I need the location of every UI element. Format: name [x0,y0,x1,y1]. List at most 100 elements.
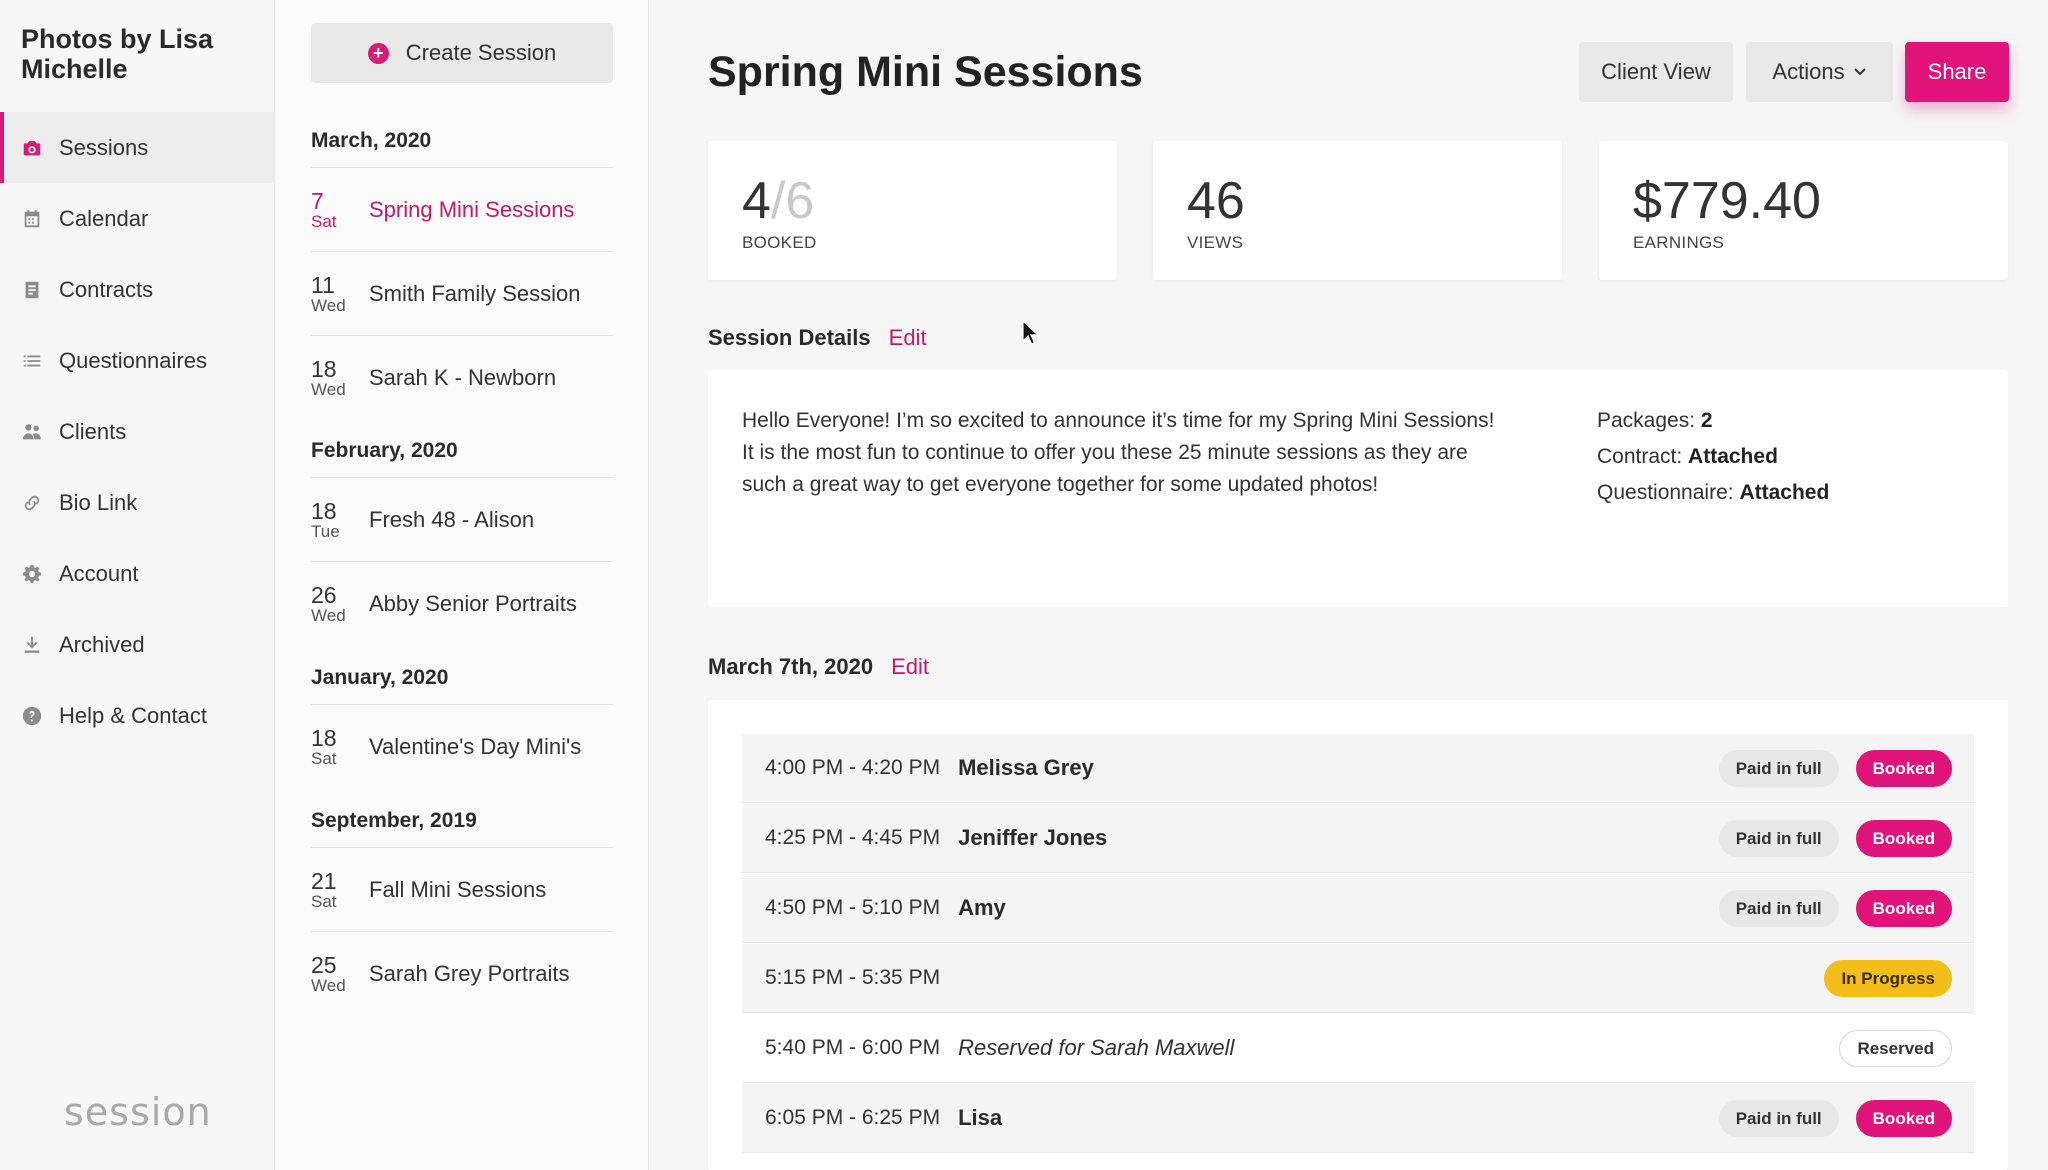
session-detail: Spring Mini Sessions Client View Actions… [650,0,2048,1170]
session-list-item[interactable]: 26 Wed Abby Senior Portraits [311,562,613,646]
sidebar-item-bio-link[interactable]: Bio Link [0,467,275,538]
sidebar-item-clients[interactable]: Clients [0,396,275,467]
download-icon [21,634,43,656]
slot-time: 5:40 PM - 6:00 PM [765,1036,941,1059]
sidebar-item-questionnaires[interactable]: Questionnaires [0,325,275,396]
session-list-item[interactable]: 18 Tue Fresh 48 - Alison [311,478,613,562]
time-slot-row[interactable]: 4:25 PM - 4:45 PM Jeniffer Jones Paid in… [742,804,1974,873]
session-list-item[interactable]: 11 Wed Smith Family Session [311,252,613,336]
actions-dropdown[interactable]: Actions [1746,42,1893,102]
share-label: Share [1927,59,1987,84]
edit-details-link[interactable]: Edit [889,325,927,351]
sidebar-item-contracts[interactable]: Contracts [0,254,275,325]
time-slot-row[interactable]: 5:40 PM - 6:00 PM Reserved for Sarah Max… [742,1014,1974,1083]
payment-badge: Paid in full [1718,820,1839,857]
session-list-item[interactable]: 18 Wed Sarah K - Newborn [311,336,613,420]
slot-badges: Paid in full Booked [1718,804,1952,873]
status-badge: Booked [1855,1100,1952,1137]
session-list-item[interactable]: 25 Wed Sarah Grey Portraits [311,932,613,1016]
sidebar: Photos by Lisa Michelle Sessions Calenda… [0,0,275,1170]
session-date: 11 Wed [311,273,369,315]
slot-client-name: Melissa Grey [958,755,1094,780]
views-stat-card: 46 VIEWS [1153,141,1562,280]
views-label: VIEWS [1187,233,1244,252]
session-name: Smith Family Session [369,280,581,306]
earnings-stat-card: $779.40 EARNINGS [1599,141,2008,280]
session-name: Valentine's Day Mini's [369,734,582,759]
sidebar-item-label: Sessions [59,134,149,160]
chevron-down-icon [1853,64,1867,80]
create-session-button[interactable]: + Create Session [311,23,613,83]
session-day: 11 [311,271,335,298]
packages-value: 2 [1700,409,1713,432]
session-name: Abby Senior Portraits [369,591,577,616]
sidebar-item-sessions[interactable]: Sessions [0,112,275,183]
slot-client-name: Lisa [958,1105,1003,1130]
status-badge: Reserved [1839,1030,1952,1067]
month-group-september-2019: September, 2019 21 Sat Fall Mini Session… [311,794,613,1016]
session-weekday: Sat [311,211,337,231]
session-name: Spring Mini Sessions [369,196,575,222]
session-details-heading: Session Details [708,325,871,350]
session-day: 25 [311,952,337,978]
sidebar-item-account[interactable]: Account [0,538,275,609]
booked-label: BOOKED [742,233,817,252]
session-weekday: Wed [311,380,346,399]
slot-badges: Paid in full Booked [1718,1084,1952,1153]
slot-time: 4:50 PM - 5:10 PM [765,896,941,919]
session-weekday: Wed [311,295,346,315]
client-view-button[interactable]: Client View [1579,42,1733,102]
packages-label: Packages: [1597,409,1696,432]
session-name: Sarah K - Newborn [369,365,557,390]
sidebar-item-calendar[interactable]: Calendar [0,183,275,254]
sidebar-item-help-contact[interactable]: Help & Contact [0,680,275,751]
sidebar-item-label: Questionnaires [59,347,207,373]
session-date: 21 Sat [311,869,369,911]
session-date: 7 Sat [311,189,369,231]
edit-schedule-link[interactable]: Edit [891,654,929,680]
month-title: February, 2020 [311,424,613,478]
session-details-card: Hello Everyone! I’m so excited to announ… [708,370,2008,607]
session-date: 18 Sat [311,726,369,768]
client-view-label: Client View [1601,59,1711,84]
questionnaire-row: Questionnaire: Attached [1597,475,1829,511]
time-slot-row[interactable]: 5:15 PM - 5:35 PM In Progress [742,944,1974,1013]
status-badge: Booked [1855,820,1952,857]
views-value: 46 [1187,172,1245,230]
sidebar-item-archived[interactable]: Archived [0,609,275,680]
month-group-february-2020: February, 2020 18 Tue Fresh 48 - Alison … [311,424,613,646]
session-name: Fall Mini Sessions [369,876,547,902]
document-icon [21,279,43,301]
slot-time: 4:25 PM - 4:45 PM [765,826,941,849]
time-slot-row[interactable]: 4:50 PM - 5:10 PM Amy Paid in full Booke… [742,874,1974,943]
session-list-item[interactable]: 21 Sat Fall Mini Sessions [311,848,613,932]
session-list-item[interactable]: 18 Sat Valentine's Day Mini's [311,705,613,789]
questionnaire-value: Attached [1739,481,1830,504]
session-list: + Create Session March, 2020 7 Sat Sprin… [276,0,649,1170]
gear-icon [21,563,43,585]
plus-icon: + [367,42,389,64]
camera-icon [21,137,43,159]
sidebar-item-label: Help & Contact [59,702,207,728]
month-title: January, 2020 [311,651,613,705]
session-day: 18 [311,725,337,751]
month-title: September, 2019 [311,794,613,848]
month-title: March, 2020 [311,114,613,168]
time-slot-row[interactable]: 6:05 PM - 6:25 PM Lisa Paid in full Book… [742,1084,1974,1153]
session-date: 26 Wed [311,583,369,625]
payment-badge: Paid in full [1718,1100,1839,1137]
share-button[interactable]: Share [1905,42,2009,102]
session-weekday: Wed [311,606,346,625]
status-badge: Booked [1855,890,1952,927]
schedule-heading: March 7th, 2020 [708,654,874,679]
session-meta: Packages: 2 Contract: Attached Questionn… [1597,403,1829,511]
sidebar-item-label: Archived [59,631,145,657]
session-date: 18 Tue [311,499,369,541]
status-badge: In Progress [1824,960,1952,997]
time-slot-row[interactable]: 4:00 PM - 4:20 PM Melissa Grey Paid in f… [742,734,1974,803]
session-description: Hello Everyone! I’m so excited to announ… [742,409,1495,496]
session-date: 25 Wed [311,953,369,995]
month-group-january-2020: January, 2020 18 Sat Valentine's Day Min… [311,651,613,789]
actions-label: Actions [1772,59,1845,84]
session-list-item[interactable]: 7 Sat Spring Mini Sessions [311,168,613,252]
